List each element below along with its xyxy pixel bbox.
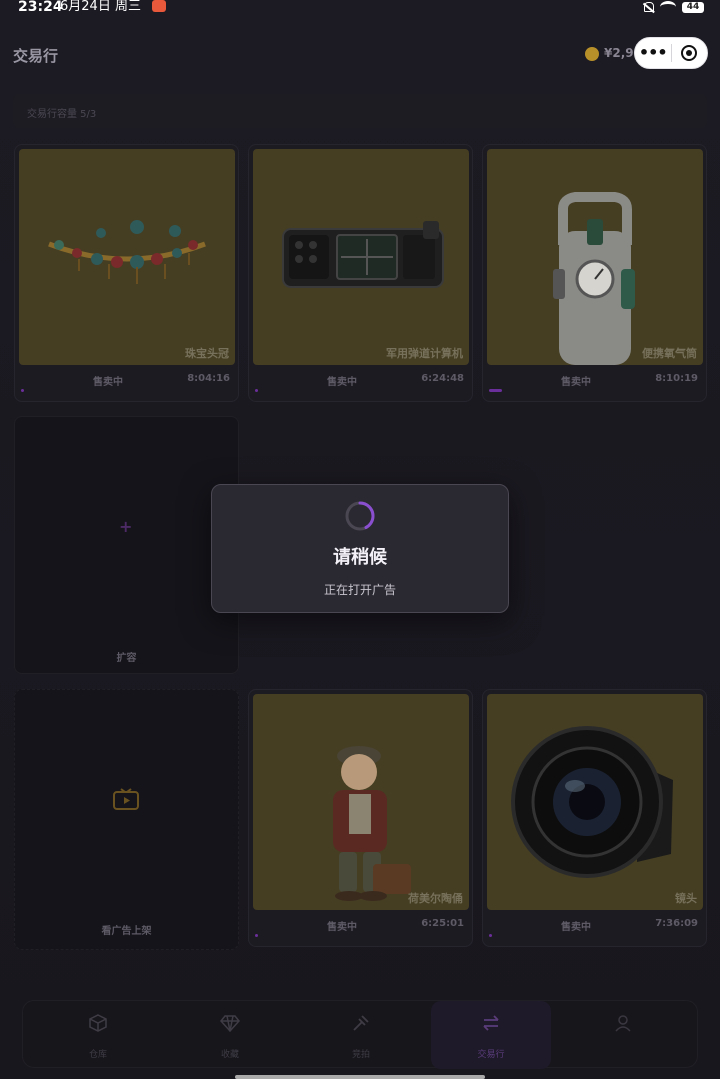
loading-spinner-icon <box>345 501 375 531</box>
app-root: 23:24 6月24日 周三 44 交易行 ¥2,907 ••• 交易行容量 5… <box>0 0 720 1079</box>
dialog-title: 请稍候 <box>333 547 387 568</box>
dialog-message: 正在打开广告 <box>323 583 396 597</box>
loading-dialog: 请稍候 正在打开广告 <box>211 484 509 613</box>
